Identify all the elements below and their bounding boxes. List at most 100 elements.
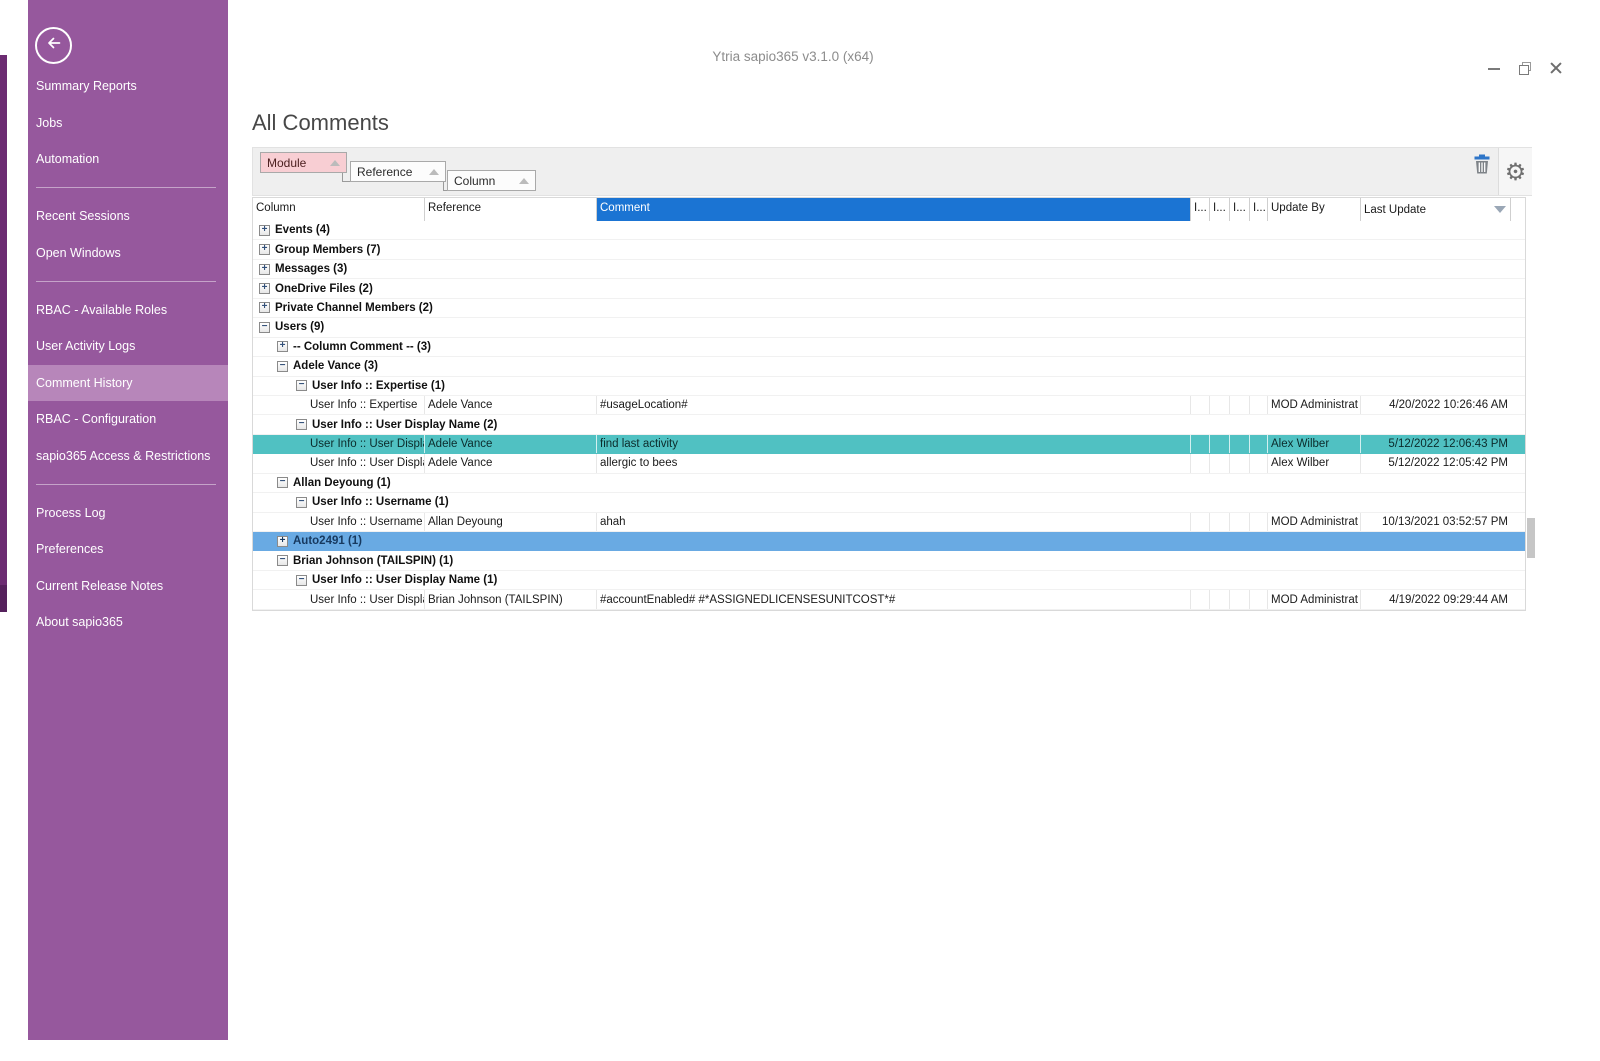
group-row-user-info-user-display-name-2[interactable]: −User Info :: User Display Name (2) xyxy=(253,415,1525,434)
sidebar-item-summary-reports[interactable]: Summary Reports xyxy=(28,68,228,105)
comment-row[interactable]: User Info :: ExpertiseAdele Vance#usageL… xyxy=(253,396,1525,415)
group-label: Users (9) xyxy=(275,321,324,333)
back-button[interactable] xyxy=(35,27,72,64)
edge-accent-strip xyxy=(0,55,7,592)
expand-icon[interactable]: + xyxy=(277,536,288,547)
group-chip-module[interactable]: Module xyxy=(260,152,347,173)
cell-i4 xyxy=(1250,513,1268,531)
collapse-icon[interactable]: − xyxy=(296,380,307,391)
sidebar-item-automation[interactable]: Automation xyxy=(28,141,228,178)
collapse-icon[interactable]: − xyxy=(277,477,288,488)
page-title: All Comments xyxy=(252,110,389,136)
collapse-icon[interactable]: − xyxy=(259,322,270,333)
cell-i1 xyxy=(1191,513,1210,531)
header-column[interactable]: Column xyxy=(253,198,425,221)
sidebar-item-about-sapio365[interactable]: About sapio365 xyxy=(28,604,228,641)
sidebar-item-user-activity-logs[interactable]: User Activity Logs xyxy=(28,328,228,365)
cell-update-by: MOD Administrat xyxy=(1268,513,1361,531)
sidebar-item-comment-history[interactable]: Comment History xyxy=(28,365,228,402)
header-reference[interactable]: Reference xyxy=(425,198,597,221)
sidebar-item-preferences[interactable]: Preferences xyxy=(28,531,228,568)
window-controls xyxy=(1486,60,1564,76)
comment-row[interactable]: User Info :: User DisplaBrian Johnson (T… xyxy=(253,590,1525,609)
group-chip-reference[interactable]: Reference xyxy=(350,161,446,182)
group-row-auto2491-1[interactable]: +Auto2491 (1) xyxy=(253,532,1525,551)
trash-icon[interactable] xyxy=(1471,153,1493,175)
group-row-onedrive-files-2[interactable]: +OneDrive Files (2) xyxy=(253,279,1525,298)
sidebar-item-process-log[interactable]: Process Log xyxy=(28,495,228,532)
expand-icon[interactable]: + xyxy=(277,341,288,352)
group-row-private-channel-members-2[interactable]: +Private Channel Members (2) xyxy=(253,299,1525,318)
comment-row[interactable]: User Info :: User DisplaAdele Vancefind … xyxy=(253,435,1525,454)
group-row-group-members-7[interactable]: +Group Members (7) xyxy=(253,240,1525,259)
divider-line xyxy=(36,281,216,282)
group-by-bar: Module Reference Column ⚙ xyxy=(252,147,1532,196)
cell-comment: allergic to bees xyxy=(597,454,1191,472)
group-row-user-info-user-display-name-1[interactable]: −User Info :: User Display Name (1) xyxy=(253,571,1525,590)
cell-i3 xyxy=(1230,454,1250,472)
cell-reference: Allan Deyoung xyxy=(425,513,597,531)
header-comment[interactable]: Comment xyxy=(597,198,1191,221)
group-row-messages-3[interactable]: + Messages (3) xyxy=(253,260,1525,279)
sidebar-item-current-release-notes[interactable]: Current Release Notes xyxy=(28,568,228,605)
header-i2[interactable]: I... xyxy=(1210,198,1230,221)
sort-asc-icon xyxy=(330,160,340,166)
group-row-user-info-username-1[interactable]: −User Info :: Username (1) xyxy=(253,493,1525,512)
sidebar-item-recent-sessions[interactable]: Recent Sessions xyxy=(28,198,228,235)
cell-update-by: MOD Administrat xyxy=(1268,590,1361,608)
group-row-events-4[interactable]: +Events (4) xyxy=(253,221,1525,240)
comment-row[interactable]: User Info :: UsernameAllan DeyoungahahMO… xyxy=(253,513,1525,532)
cell-update-by: MOD Administrat xyxy=(1268,396,1361,414)
cell-last-update: 4/19/2022 09:29:44 AM xyxy=(1361,590,1525,608)
group-label: Messages (3) xyxy=(275,263,347,275)
group-chip-column[interactable]: Column xyxy=(447,170,536,191)
sidebar-item-sapio365-access-restrictions[interactable]: sapio365 Access & Restrictions xyxy=(28,438,228,475)
sidebar-item-rbac-available-roles[interactable]: RBAC - Available Roles xyxy=(28,292,228,329)
group-row-allan-deyoung-1[interactable]: −Allan Deyoung (1) xyxy=(253,474,1525,493)
close-button[interactable] xyxy=(1548,60,1564,76)
cell-i1 xyxy=(1191,396,1210,414)
cell-i3 xyxy=(1230,590,1250,608)
group-label: User Info :: Username (1) xyxy=(312,496,449,508)
group-row-user-info-expertise-1[interactable]: −User Info :: Expertise (1) xyxy=(253,377,1525,396)
collapse-icon[interactable]: − xyxy=(277,555,288,566)
expand-icon[interactable]: + xyxy=(259,283,270,294)
gear-icon[interactable]: ⚙ xyxy=(1505,160,1527,184)
group-row-users-9[interactable]: −Users (9) xyxy=(253,318,1525,337)
sidebar-item-jobs[interactable]: Jobs xyxy=(28,105,228,142)
minimize-button[interactable] xyxy=(1486,60,1502,76)
comment-row[interactable]: User Info :: User DisplaAdele Vancealler… xyxy=(253,454,1525,473)
grid-body: +Events (4)+Group Members (7)+Messages (… xyxy=(253,221,1525,610)
header-last-update[interactable]: Last Update xyxy=(1361,198,1511,221)
sidebar-item-rbac-configuration[interactable]: RBAC - Configuration xyxy=(28,401,228,438)
expand-icon[interactable]: + xyxy=(259,225,270,236)
collapse-icon[interactable]: − xyxy=(296,419,307,430)
group-label: Allan Deyoung (1) xyxy=(293,477,391,489)
group-row-adele-vance-3[interactable]: −Adele Vance (3) xyxy=(253,357,1525,376)
header-i1[interactable]: I... xyxy=(1191,198,1210,221)
group-row-column-comment-3[interactable]: +-- Column Comment -- (3) xyxy=(253,338,1525,357)
vertical-scrollbar-thumb[interactable] xyxy=(1527,518,1535,558)
collapse-icon[interactable]: − xyxy=(296,497,307,508)
expand-icon[interactable]: + xyxy=(259,264,270,275)
collapse-icon[interactable]: − xyxy=(277,361,288,372)
restore-button[interactable] xyxy=(1517,60,1533,76)
cell-i2 xyxy=(1210,590,1230,608)
expand-icon[interactable]: + xyxy=(259,302,270,313)
group-label: User Info :: User Display Name (1) xyxy=(312,574,497,586)
cell-comment: ahah xyxy=(597,513,1191,531)
edge-accent-strip-cap xyxy=(0,585,7,612)
expand-icon[interactable]: + xyxy=(259,244,270,255)
header-i3[interactable]: I... xyxy=(1230,198,1250,221)
collapse-icon[interactable]: − xyxy=(296,575,307,586)
sidebar-divider xyxy=(28,474,228,495)
cell-i2 xyxy=(1210,435,1230,453)
cell-last-update: 10/13/2021 03:52:57 PM xyxy=(1361,513,1525,531)
header-update-by[interactable]: Update By xyxy=(1268,198,1361,221)
cell-i3 xyxy=(1230,435,1250,453)
cell-last-update: 4/20/2022 10:26:46 AM xyxy=(1361,396,1525,414)
group-row-brian-johnson-tailspin-1[interactable]: −Brian Johnson (TAILSPIN) (1) xyxy=(253,551,1525,570)
cell-i2 xyxy=(1210,396,1230,414)
header-i4[interactable]: I... xyxy=(1250,198,1268,221)
sidebar-item-open-windows[interactable]: Open Windows xyxy=(28,235,228,272)
